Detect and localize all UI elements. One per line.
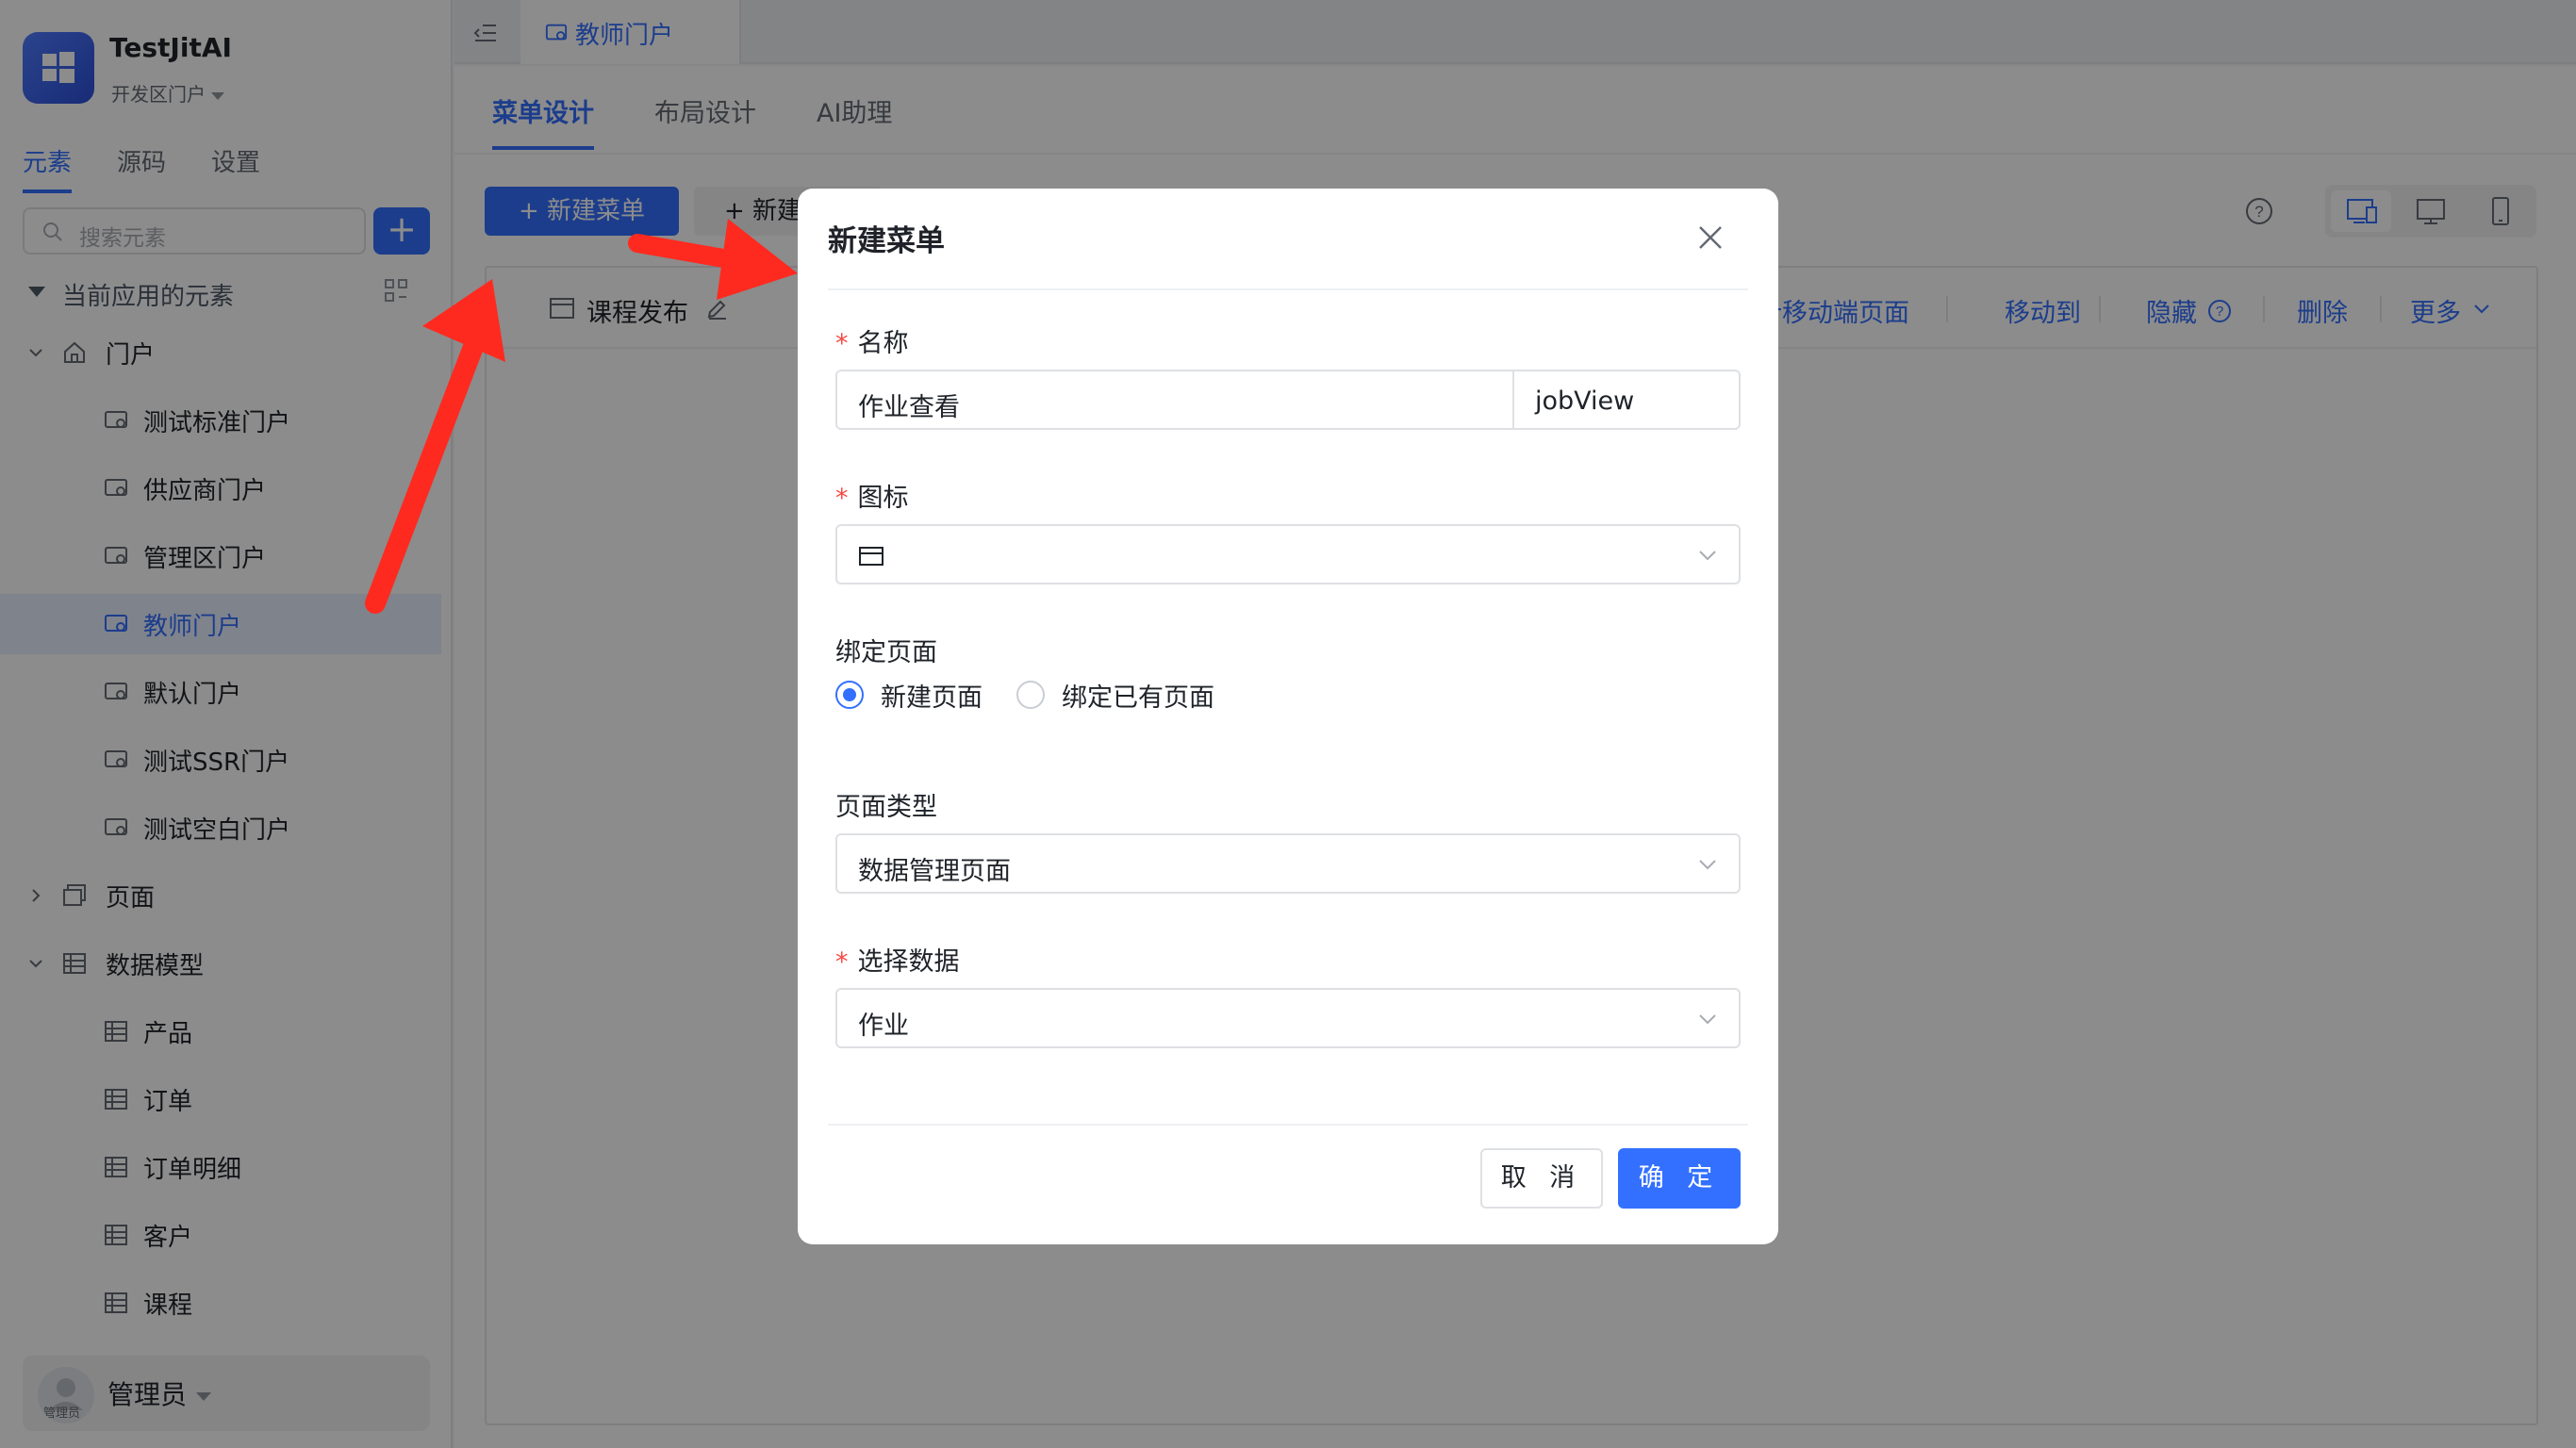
new-menu-dialog: 新建菜单 * 名称 作业查看 jobView * 图标 绑定页面 新建页面 绑定已有… bbox=[798, 189, 1778, 1244]
page-type-select[interactable]: 数据管理页面 bbox=[835, 833, 1741, 894]
data-label: * 选择数据 bbox=[835, 941, 960, 978]
required-mark: * bbox=[835, 947, 849, 977]
selected-menu-icon bbox=[859, 547, 883, 566]
name-field: 作业查看 jobView bbox=[835, 370, 1741, 430]
radio-new-page-label[interactable]: 新建页面 bbox=[881, 677, 983, 714]
radio-new-page[interactable] bbox=[835, 681, 864, 709]
dialog-title: 新建菜单 bbox=[828, 224, 945, 258]
required-mark: * bbox=[835, 329, 849, 358]
dialog-footer-divider bbox=[828, 1124, 1748, 1126]
icon-label-text: 图标 bbox=[857, 484, 909, 513]
required-mark: * bbox=[835, 484, 849, 513]
chevron-down-icon bbox=[1699, 551, 1716, 561]
dialog-divider bbox=[828, 288, 1748, 290]
bind-page-label: 绑定页面 bbox=[835, 638, 937, 667]
chevron-down-icon bbox=[1699, 1014, 1716, 1025]
icon-select[interactable] bbox=[835, 524, 1741, 584]
data-select[interactable]: 作业 bbox=[835, 988, 1741, 1048]
page-type-label: 页面类型 bbox=[835, 793, 937, 822]
data-value: 作业 bbox=[858, 1012, 909, 1041]
cancel-button[interactable]: 取 消 bbox=[1480, 1148, 1603, 1209]
radio-existing-page[interactable] bbox=[1016, 681, 1045, 709]
name-label: * 名称 bbox=[835, 322, 909, 359]
name-label-text: 名称 bbox=[857, 329, 909, 358]
data-label-text: 选择数据 bbox=[857, 947, 960, 977]
confirm-button[interactable]: 确 定 bbox=[1618, 1148, 1741, 1209]
page-type-value: 数据管理页面 bbox=[858, 857, 1011, 886]
name-code-input[interactable]: jobView bbox=[1535, 387, 1634, 416]
close-icon[interactable] bbox=[1695, 222, 1726, 253]
radio-existing-page-label[interactable]: 绑定已有页面 bbox=[1062, 677, 1214, 714]
name-input[interactable]: 作业查看 bbox=[858, 387, 960, 423]
field-split bbox=[1512, 371, 1514, 428]
icon-label: * 图标 bbox=[835, 477, 909, 514]
chevron-down-icon bbox=[1699, 860, 1716, 870]
